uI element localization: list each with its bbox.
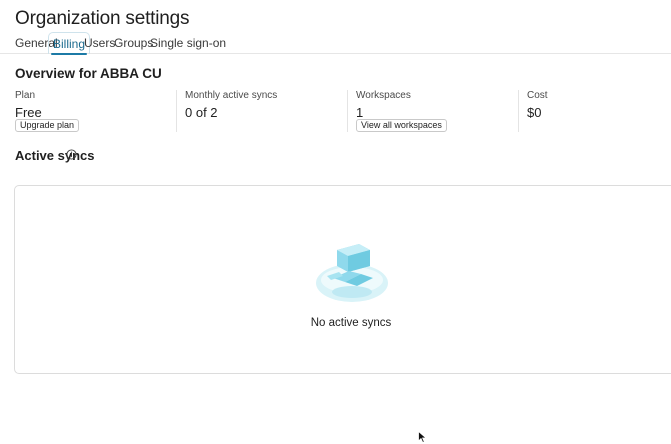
cost-value: $0 (527, 105, 542, 120)
stat-divider (347, 90, 348, 132)
stat-divider (518, 90, 519, 132)
monthly-active-syncs-value: 0 of 2 (185, 105, 218, 120)
plan-value: Free (15, 105, 42, 120)
empty-state-message: No active syncs (310, 317, 392, 329)
active-syncs-empty-state: No active syncs (14, 185, 671, 374)
tab-users[interactable]: Users (84, 32, 115, 54)
page-title: Organization settings (15, 8, 190, 29)
info-circle-icon[interactable] (66, 149, 77, 160)
tab-single-sign-on[interactable]: Single sign-on (150, 32, 226, 54)
monthly-active-syncs-label: Monthly active syncs (185, 90, 278, 101)
workspaces-value: 1 (356, 105, 364, 120)
monthly-active-syncs-stat: Monthly active syncs 0 of 2 (185, 90, 277, 132)
empty-box-illustration (316, 244, 388, 302)
settings-tabs: General Billing Users Groups Single sign… (0, 32, 671, 55)
stat-divider (176, 90, 177, 132)
plan-label: Plan (15, 90, 36, 101)
upgrade-plan-button[interactable]: Upgrade plan (15, 119, 80, 132)
workspaces-label: Workspaces (356, 90, 411, 101)
overview-heading: Overview for ABBA CU (15, 66, 162, 81)
tab-groups[interactable]: Groups (114, 32, 153, 54)
mouse-pointer-icon (418, 431, 427, 443)
organization-settings-page: Organization settings General Billing Us… (0, 0, 671, 444)
cost-label: Cost (527, 90, 548, 101)
view-all-workspaces-button[interactable]: View all workspaces (356, 119, 447, 132)
cost-stat: Cost $0 (527, 90, 548, 132)
active-syncs-title: Active syncs (15, 148, 95, 163)
